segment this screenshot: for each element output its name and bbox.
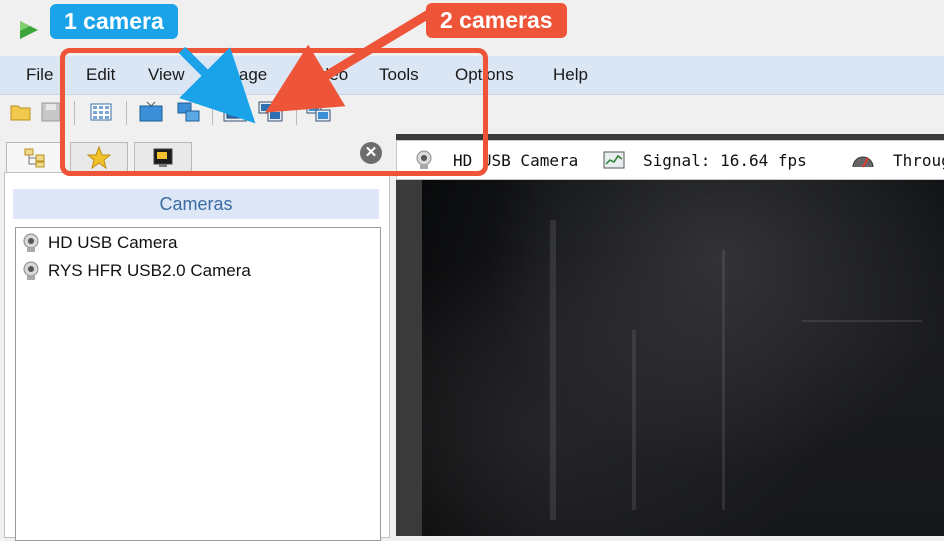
green-play-icon — [20, 21, 38, 39]
tab-tree-view[interactable] — [6, 142, 64, 173]
list-item[interactable]: RYS HFR USB2.0 Camera — [20, 258, 251, 284]
video-detail — [550, 220, 556, 520]
left-panel: ✕ Cameras HD USB Camera RYS HFR USB2.0 C… — [0, 134, 392, 541]
cameras-header: Cameras — [13, 189, 379, 219]
signal-graph-icon — [603, 151, 625, 169]
save-disk-icon — [41, 102, 61, 122]
video-detail — [802, 320, 922, 322]
status-signal: Signal: 16.64 fps — [643, 151, 807, 170]
camera-name: HD USB Camera — [48, 233, 178, 252]
video-detail — [632, 330, 636, 510]
open-folder-button[interactable] — [8, 99, 34, 125]
list-item[interactable]: HD USB Camera — [20, 230, 177, 256]
two-cameras-callout: 2 cameras — [426, 3, 567, 38]
toolbar-highlight-box — [60, 48, 488, 176]
menu-help[interactable]: Help — [553, 65, 588, 85]
menu-file[interactable]: File — [26, 65, 53, 85]
video-detail — [722, 250, 725, 510]
status-throughput: Throug — [893, 151, 944, 170]
video-frame — [422, 180, 944, 536]
cameras-pane: Cameras HD USB Camera RYS HFR USB2.0 Cam… — [4, 172, 390, 541]
tree-view-icon — [24, 148, 45, 168]
video-panel: HD USB Camera Signal: 16.64 fps Throug — [396, 134, 944, 536]
throughput-gauge-icon — [852, 156, 874, 168]
open-folder-icon — [10, 105, 31, 121]
webcam-icon — [23, 233, 39, 252]
camera-name: RYS HFR USB2.0 Camera — [48, 261, 251, 280]
camera-video-feed — [422, 180, 944, 536]
one-camera-callout: 1 camera — [50, 4, 178, 39]
camera-list: HD USB Camera RYS HFR USB2.0 Camera — [15, 227, 381, 541]
webcam-icon — [23, 261, 39, 280]
